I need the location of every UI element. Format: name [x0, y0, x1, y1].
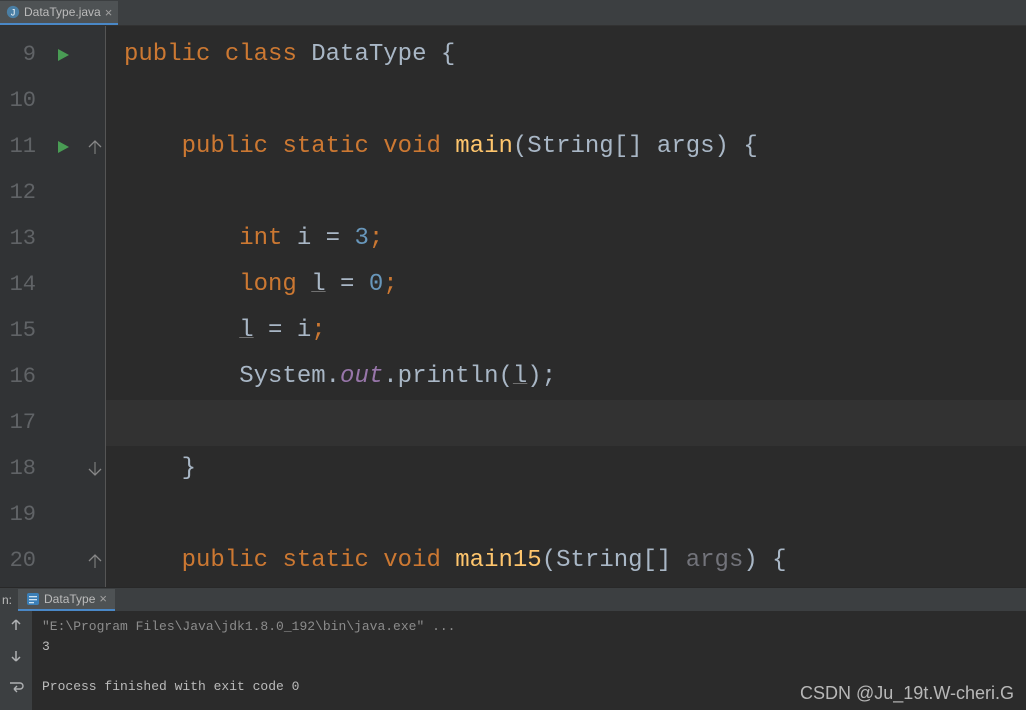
line-number-gutter: 9 10 11 12 13 14 15 16 17 18 19 20: [0, 26, 42, 587]
code-line: [106, 170, 1026, 216]
code-line: l = i;: [106, 308, 1026, 354]
line-number: 18: [0, 446, 42, 492]
console-command: "E:\Program Files\Java\jdk1.8.0_192\bin\…: [42, 619, 455, 634]
run-line-9[interactable]: [42, 32, 84, 78]
line-number: 15: [0, 308, 42, 354]
line-number: 14: [0, 262, 42, 308]
code-line: public class DataType {: [106, 32, 1026, 78]
close-icon[interactable]: ×: [99, 591, 107, 606]
watermark-text: CSDN @Ju_19t.W-cheri.G: [800, 683, 1014, 704]
run-tool-gutter: [0, 611, 32, 710]
close-icon[interactable]: ×: [105, 6, 113, 19]
tab-label: DataType.java: [24, 5, 101, 19]
fold-open-icon[interactable]: [84, 538, 105, 584]
line-number: 11: [0, 124, 42, 170]
console-exit: Process finished with exit code 0: [42, 679, 299, 694]
fold-open-icon[interactable]: [84, 124, 105, 170]
code-line: [106, 78, 1026, 124]
line-number: 19: [0, 492, 42, 538]
code-editor[interactable]: 9 10 11 12 13 14 15 16 17 18 19 20 publi…: [0, 26, 1026, 587]
line-number: 17: [0, 400, 42, 446]
code-line: int i = 3;: [106, 216, 1026, 262]
run-gutter: [42, 26, 84, 587]
code-line: public static void main15(String[] args)…: [106, 538, 1026, 584]
code-line: }: [106, 446, 1026, 492]
run-config-label: DataType: [44, 592, 95, 606]
run-line-11[interactable]: [42, 124, 84, 170]
code-line: [106, 492, 1026, 538]
run-config-tab[interactable]: DataType ×: [18, 589, 115, 611]
run-tool-tab-bar: n: DataType ×: [0, 587, 1026, 611]
code-line: System.out.println(l);: [106, 354, 1026, 400]
line-number: 13: [0, 216, 42, 262]
java-file-icon: J: [6, 5, 20, 19]
tab-datatype-java[interactable]: J DataType.java ×: [0, 1, 118, 25]
line-number: 10: [0, 78, 42, 124]
caret-line-highlight: [106, 400, 1026, 446]
line-number: 9: [0, 32, 42, 78]
fold-gutter: [84, 26, 106, 587]
run-tool-window: "E:\Program Files\Java\jdk1.8.0_192\bin\…: [0, 611, 1026, 710]
code-area[interactable]: public class DataType { public static vo…: [106, 26, 1026, 587]
svg-text:J: J: [11, 8, 15, 18]
fold-close-icon[interactable]: [84, 446, 105, 492]
run-config-icon: [26, 592, 40, 606]
run-panel-label: n:: [0, 593, 18, 607]
code-line: long l = 0;: [106, 262, 1026, 308]
scroll-up-icon[interactable]: [8, 617, 24, 638]
line-number: 16: [0, 354, 42, 400]
editor-tab-bar: J DataType.java ×: [0, 0, 1026, 26]
scroll-down-icon[interactable]: [8, 648, 24, 669]
soft-wrap-icon[interactable]: [8, 679, 24, 700]
line-number: 20: [0, 538, 42, 584]
code-line: public static void main(String[] args) {: [106, 124, 1026, 170]
line-number: 12: [0, 170, 42, 216]
console-output: 3: [42, 639, 50, 654]
